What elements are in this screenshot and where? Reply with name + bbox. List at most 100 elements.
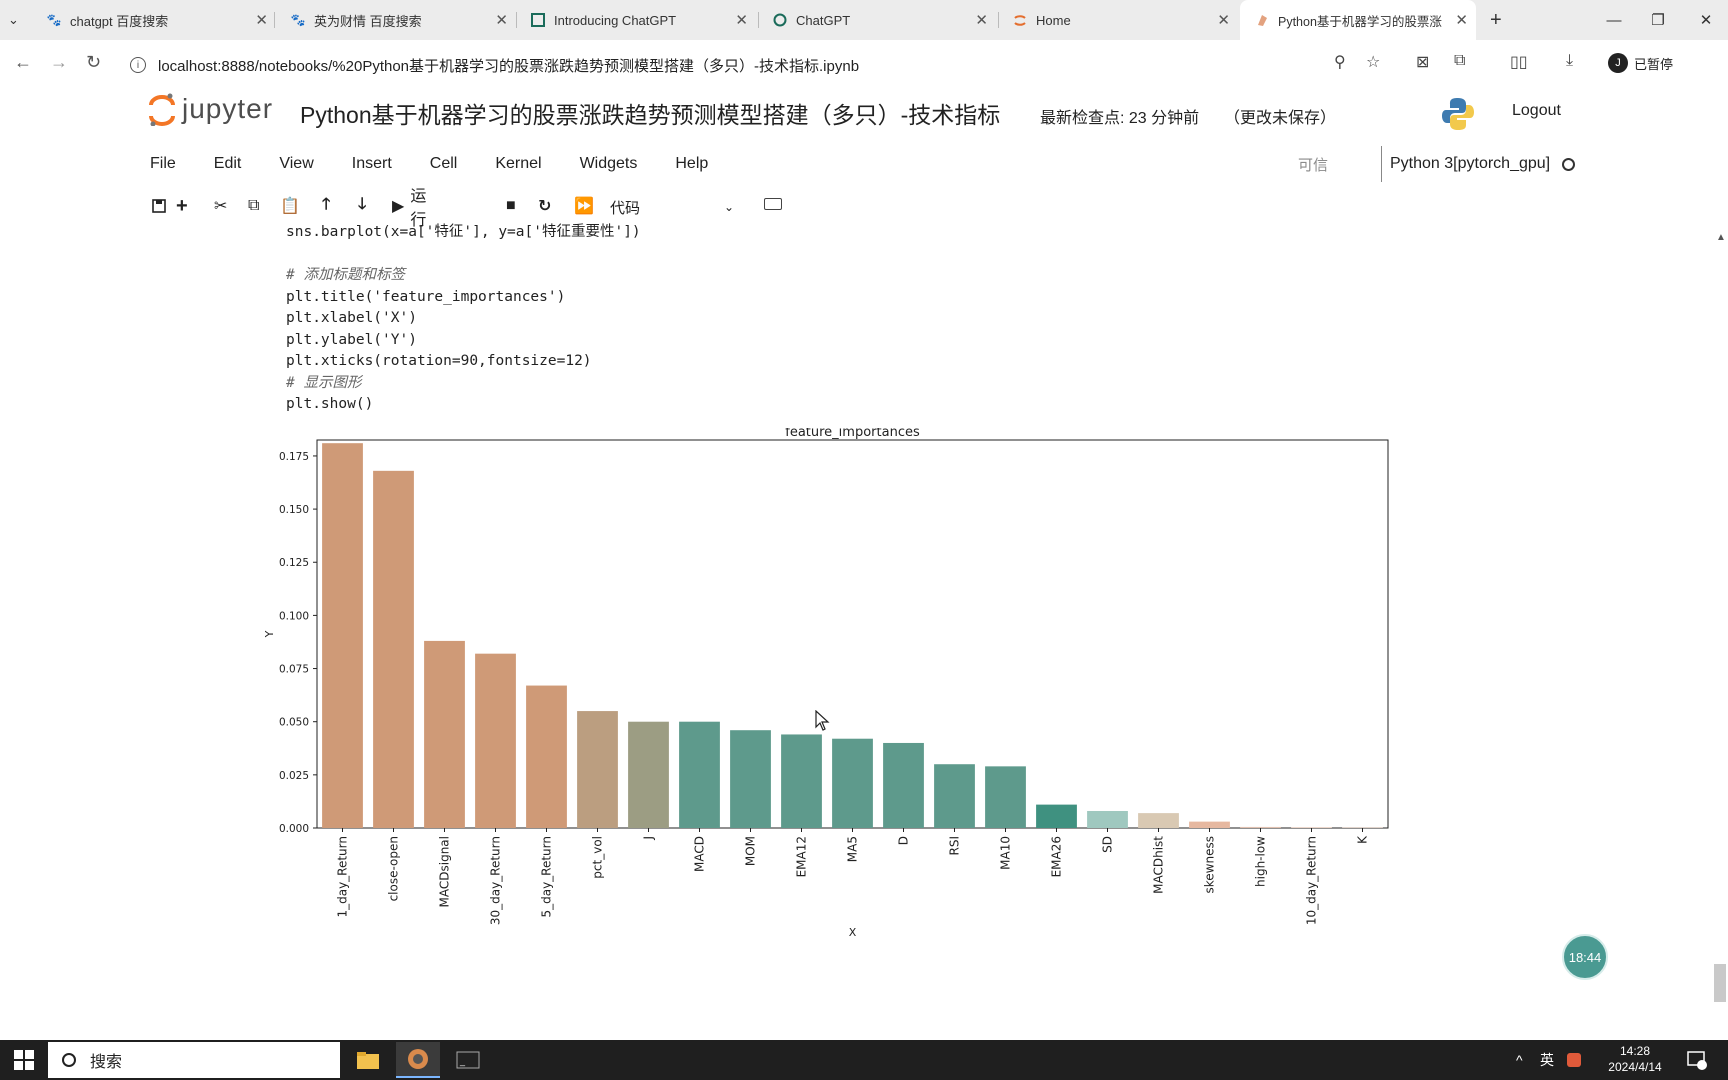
notebook-title[interactable]: Python基于机器学习的股票涨跌趋势预测模型搭建（多只）-技术指标 xyxy=(300,96,1000,130)
tab-list-dropdown[interactable]: ⌄ xyxy=(8,0,38,40)
x-tick-label: high-low xyxy=(1254,836,1268,887)
close-icon[interactable]: ✕ xyxy=(1217,11,1230,29)
tab-title: chatgpt 百度搜索 xyxy=(70,13,169,29)
x-tick-label: SD xyxy=(1101,836,1115,853)
x-tick-label: EMA12 xyxy=(795,836,809,877)
paste-icon[interactable]: 📋 xyxy=(280,192,300,220)
browser-app-icon[interactable] xyxy=(396,1042,440,1078)
trusted-indicator[interactable]: 可信 xyxy=(1298,154,1328,175)
bar-close-open xyxy=(373,470,414,828)
tab-chatgpt[interactable]: ChatGPT ✕ xyxy=(772,0,988,40)
run-button[interactable]: ▶ 运行 xyxy=(392,188,426,229)
back-arrow-icon[interactable]: ← xyxy=(14,52,32,73)
fast-forward-icon[interactable]: ⏩ xyxy=(574,192,594,220)
tab-divider xyxy=(516,12,517,28)
x-tick-label: 10_day_Return xyxy=(1305,836,1319,925)
x-tick-label: 1_day_Return xyxy=(336,836,350,918)
code-cell[interactable]: sns.barplot(x=a['特征'], y=a['特征重要性']) # 添… xyxy=(286,222,641,416)
x-tick-label: skewness xyxy=(1203,836,1217,893)
tray-chevron-icon[interactable]: ^ xyxy=(1516,1040,1523,1080)
jupyter-icon xyxy=(1012,12,1028,28)
taskbar-search[interactable]: 搜索 xyxy=(48,1042,340,1078)
close-icon[interactable]: ✕ xyxy=(1455,11,1468,29)
tab-title: Introducing ChatGPT xyxy=(554,12,677,28)
reload-icon[interactable]: ↻ xyxy=(86,52,101,73)
save-icon[interactable] xyxy=(152,192,166,220)
add-cell-icon[interactable]: + xyxy=(176,192,188,220)
logout-button[interactable]: Logout xyxy=(1512,102,1561,120)
windows-start-icon[interactable] xyxy=(14,1050,34,1070)
keyboard-icon[interactable] xyxy=(764,198,782,210)
terminal-icon[interactable]: _ xyxy=(446,1042,490,1078)
bar-MACDhist xyxy=(1138,813,1179,828)
tab-divider xyxy=(998,12,999,28)
chevron-down-icon: ⌄ xyxy=(8,12,19,27)
tab-chatgpt-baidu[interactable]: 🐾 chatgpt 百度搜索 ✕ xyxy=(46,0,268,40)
bar-MACDsignal xyxy=(424,640,465,828)
menu-view[interactable]: View xyxy=(279,155,313,173)
zoom-icon[interactable]: ⚲ xyxy=(1334,52,1346,72)
notification-icon[interactable] xyxy=(1686,1040,1708,1080)
profile-status: 已暂停 xyxy=(1634,56,1674,72)
extension-x-icon[interactable]: ⊠ xyxy=(1416,52,1429,72)
tab-title: 英为财情 百度搜索 xyxy=(314,13,422,29)
menu-help[interactable]: Help xyxy=(675,155,708,173)
menu-insert[interactable]: Insert xyxy=(352,155,392,173)
stop-icon[interactable]: ■ xyxy=(506,192,516,220)
menu-widgets[interactable]: Widgets xyxy=(580,155,638,173)
menubar: File Edit View Insert Cell Kernel Widget… xyxy=(150,146,746,182)
bookmark-star-icon[interactable]: ☆ xyxy=(1366,52,1380,72)
bar-skewness xyxy=(1189,821,1230,828)
site-info-icon[interactable]: i xyxy=(130,57,146,73)
tray-app-icon[interactable] xyxy=(1566,1040,1582,1080)
code-line: plt.xlabel('X') xyxy=(286,310,417,326)
move-down-icon[interactable]: 🡓 xyxy=(358,192,366,220)
close-icon[interactable]: ✕ xyxy=(735,11,748,29)
url-field[interactable]: i localhost:8888/notebooks/%20Python基于机器… xyxy=(130,50,1310,80)
profile-button[interactable]: J 已暂停 xyxy=(1608,53,1673,73)
python-logo-icon xyxy=(1442,98,1474,130)
tab-notebook-active[interactable]: Python基于机器学习的股票涨 ✕ xyxy=(1240,0,1476,40)
menu-kernel[interactable]: Kernel xyxy=(495,155,541,173)
extensions-puzzle-icon[interactable]: ⧉ xyxy=(1454,52,1465,70)
move-up-icon[interactable]: 🡑 xyxy=(322,192,330,220)
x-tick-label: MACDhist xyxy=(1152,836,1166,894)
reading-mode-icon[interactable]: ▯▯ xyxy=(1510,52,1528,72)
tab-yingwei-baidu[interactable]: 🐾 英为财情 百度搜索 ✕ xyxy=(290,0,508,40)
tab-home[interactable]: Home ✕ xyxy=(1012,0,1230,40)
jupyter-wordmark: jupyter xyxy=(182,93,274,124)
window-close-icon[interactable]: ✕ xyxy=(1684,0,1728,40)
y-tick-label: 0.125 xyxy=(279,557,309,569)
search-label: 搜索 xyxy=(90,1054,123,1071)
close-icon[interactable]: ✕ xyxy=(495,11,508,29)
baidu-paw-icon: 🐾 xyxy=(46,13,62,27)
minimize-icon[interactable]: — xyxy=(1592,0,1636,40)
menu-edit[interactable]: Edit xyxy=(214,155,242,173)
menu-cell[interactable]: Cell xyxy=(430,155,458,173)
taskbar-clock[interactable]: 14:28 2024/4/14 xyxy=(1595,1043,1675,1075)
cut-icon[interactable]: ✂ xyxy=(214,192,227,220)
close-icon[interactable]: ✕ xyxy=(975,11,988,29)
ime-indicator[interactable]: 英 xyxy=(1540,1040,1554,1080)
scroll-up-arrow-icon[interactable]: ▲ xyxy=(1716,232,1726,243)
forward-arrow-icon[interactable]: → xyxy=(50,52,68,73)
scrollbar-thumb[interactable] xyxy=(1714,964,1726,1002)
code-line: sns.barplot(x=a['特征'], y=a['特征重要性']) xyxy=(286,224,641,240)
file-explorer-icon[interactable] xyxy=(346,1042,390,1078)
close-icon[interactable]: ✕ xyxy=(255,11,268,29)
tab-introducing-chatgpt[interactable]: Introducing ChatGPT ✕ xyxy=(530,0,748,40)
jupyter-logo[interactable]: jupyter xyxy=(148,92,273,126)
openai-icon xyxy=(772,12,788,28)
y-tick-label: 0.000 xyxy=(279,823,309,835)
timer-badge[interactable]: 18:44 xyxy=(1562,934,1608,980)
restart-icon[interactable]: ↻ xyxy=(538,192,551,220)
x-tick-label: close-open xyxy=(387,836,401,901)
copy-icon[interactable]: ⧉ xyxy=(248,192,259,220)
kernel-indicator[interactable]: Python 3[pytorch_gpu] xyxy=(1381,146,1576,182)
menu-file[interactable]: File xyxy=(150,155,176,173)
download-icon[interactable]: ⤓ xyxy=(1566,52,1573,70)
cell-type-select[interactable]: 代码 ⌄ xyxy=(610,194,740,220)
new-tab-button[interactable]: + xyxy=(1490,0,1514,40)
restore-icon[interactable]: ❐ xyxy=(1636,0,1680,40)
